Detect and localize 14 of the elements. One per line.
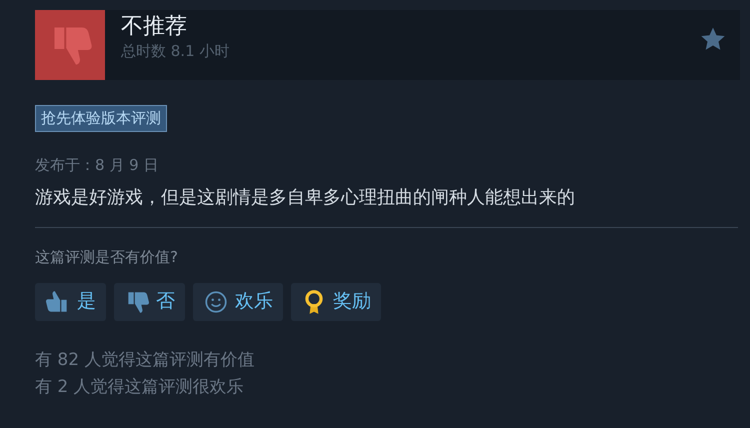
helpful-question: 这篇评测是否有价值? <box>35 247 179 268</box>
early-access-tag: 抢先体验版本评测 <box>35 105 167 132</box>
review-verdict: 不推荐 <box>121 14 188 40</box>
helpful-count-text: 有 82 人觉得这篇评测有价值 <box>35 348 256 372</box>
helpful-count-text: 有 2 人觉得这篇评测很欢乐 <box>35 376 245 398</box>
star-icon[interactable] <box>700 26 726 52</box>
feedback-button[interactable]: 否 <box>114 282 185 320</box>
feedback-button[interactable]: 是 <box>35 282 106 320</box>
feedback-button[interactable]: 欢乐 <box>193 282 283 320</box>
review-text: 游戏是好游戏，但是这剧情是多自卑多心理扭曲的闸种人能想出来的 <box>35 186 576 210</box>
feedback-button[interactable]: 奖励 <box>291 282 381 320</box>
playtime-text: 总时数 8.1 小时 <box>121 41 230 62</box>
posted-date: 发布于：8 月 9 日 <box>35 154 160 176</box>
smiley-icon <box>203 288 229 314</box>
